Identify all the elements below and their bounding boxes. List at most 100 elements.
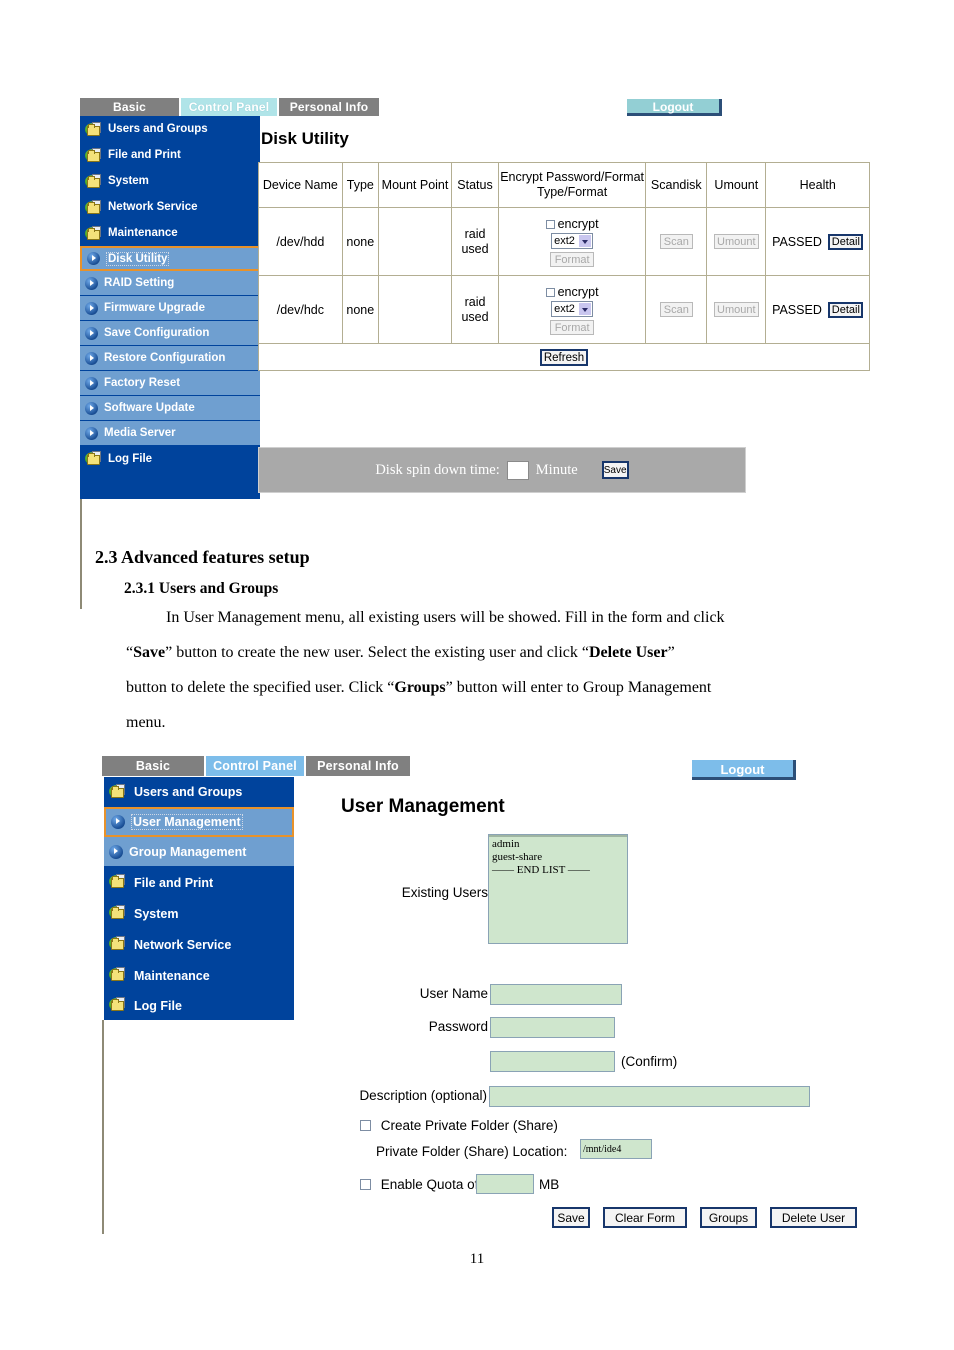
paragraph-line-3: button to delete the specified user. Cli… [126,670,906,705]
encrypt-checkbox[interactable] [545,219,555,229]
sidebar-item-group-management[interactable]: Group Management [104,837,294,867]
arrow-icon [85,301,98,315]
mid-text-2: button to delete the specified user. Cli… [126,679,395,696]
folder-icon [109,967,128,984]
sidebar-item-maintenance[interactable]: Maintenance [80,220,260,246]
sidebar-item-firmware-upgrade[interactable]: Firmware Upgrade [80,296,260,321]
sidebar-item-label: Users and Groups [134,785,243,799]
sidebar-left-rule [80,499,82,609]
private-folder-location-input[interactable]: /mnt/ide4 [580,1139,652,1159]
spin-down-save-button[interactable]: Save [601,461,629,479]
sidebar-item-users-and-groups[interactable]: Users and Groups [80,116,260,142]
logout-button-user-management[interactable]: Logout [692,760,796,780]
clear-form-button[interactable]: Clear Form [603,1207,687,1228]
sidebar-item-users-and-groups[interactable]: Users and Groups [104,777,294,807]
sidebar-item-software-update[interactable]: Software Update [80,396,260,421]
sidebar-item-network-service[interactable]: Network Service [80,194,260,220]
sidebar-item-system[interactable]: System [104,898,294,929]
description-input[interactable] [489,1086,810,1107]
format-type-select[interactable]: ext2 [551,300,594,317]
sidebar-item-label: Network Service [108,201,198,213]
existing-users-listbox[interactable]: admin guest-share —— END LIST —— [488,834,628,944]
status-line1: raid [464,226,486,241]
table-row: /dev/hdd none raid used encrypt ext2 For… [258,207,870,276]
cell-umount: Umount [706,275,767,344]
sidebar-item-log-file[interactable]: Log File [80,446,260,471]
groups-button[interactable]: Groups [700,1207,757,1228]
tab-basic[interactable]: Basic [102,756,206,776]
sidebar-item-network-service[interactable]: Network Service [104,929,294,960]
health-status: PASSED [772,302,822,317]
confirm-label: (Confirm) [621,1054,678,1069]
umount-button[interactable]: Umount [713,302,759,317]
sidebar-item-system[interactable]: System [80,168,260,194]
sidebar-item-file-and-print[interactable]: File and Print [80,142,260,168]
enable-quota-checkbox[interactable] [360,1179,371,1190]
sidebar-item-label: User Management [131,814,243,830]
user-name-input[interactable] [490,984,622,1005]
detail-button[interactable]: Detail [828,233,864,250]
quota-unit-label: MB [539,1177,560,1192]
list-item[interactable]: guest-share [489,851,627,864]
password-input[interactable] [490,1017,615,1038]
list-item[interactable]: admin [489,838,627,851]
delete-user-button[interactable]: Delete User [770,1207,857,1228]
sidebar-item-label: Save Configuration [104,327,210,339]
description-label: Description (optional) [359,1088,487,1103]
sidebar-item-user-management[interactable]: User Management [104,807,294,837]
password-label: Password [428,1019,488,1034]
tab-control-panel[interactable]: Control Panel [206,756,306,776]
detail-button[interactable]: Detail [828,301,864,318]
sidebar-item-factory-reset[interactable]: Factory Reset [80,371,260,396]
sidebar-item-label: File and Print [108,149,181,161]
sidebar-item-label: Log File [108,452,153,465]
table-footer-row: Refresh [258,343,870,371]
sidebar-item-label: Network Service [134,937,232,952]
tab-personal-info[interactable]: Personal Info [306,756,410,776]
save-button[interactable]: Save [552,1207,590,1228]
format-button[interactable]: Format [550,319,595,335]
format-button[interactable]: Format [550,251,595,267]
create-private-folder-row: Create Private Folder (Share) [360,1118,558,1133]
password-confirm-input[interactable] [490,1051,615,1072]
tab-control-panel[interactable]: Control Panel [181,98,279,116]
sidebar-item-raid-setting[interactable]: RAID Setting [80,271,260,296]
scan-button[interactable]: Scan [659,302,693,317]
cell-device-name: /dev/hdd [258,207,343,276]
tab-personal-info[interactable]: Personal Info [279,98,379,116]
sidebar-item-maintenance[interactable]: Maintenance [104,960,294,991]
refresh-button[interactable]: Refresh [540,348,588,366]
create-private-folder-checkbox[interactable] [360,1120,371,1131]
list-item[interactable]: —— END LIST —— [489,864,627,877]
logout-button-disk-utility[interactable]: Logout [627,99,722,116]
cell-encrypt-format: encrypt ext2 Format [497,207,647,276]
arrow-icon [85,326,98,340]
paragraph-line-4: menu. [126,714,166,731]
cell-status: raid used [451,207,499,276]
cell-type: none [341,275,379,344]
folder-icon [85,147,102,163]
status-line2: used [461,309,489,324]
sidebar-item-log-file[interactable]: Log File [104,991,294,1020]
col-umount: Umount [706,162,767,208]
quota-input[interactable] [476,1174,534,1194]
col-scandisk: Scandisk [645,162,708,208]
sidebar-item-disk-utility[interactable]: Disk Utility [80,246,260,271]
scan-button[interactable]: Scan [659,234,693,249]
sidebar-item-save-configuration[interactable]: Save Configuration [80,321,260,346]
sidebar-item-media-server[interactable]: Media Server [80,421,260,446]
sidebar-item-file-and-print[interactable]: File and Print [104,867,294,898]
tab-basic[interactable]: Basic [80,98,181,116]
disk-spin-down-input[interactable] [506,460,529,480]
format-type-select[interactable]: ext2 [551,232,594,249]
arrow-icon [85,376,98,390]
encrypt-checkbox-label: encrypt [557,216,599,231]
sidebar-item-label: Media Server [104,427,176,439]
umount-button[interactable]: Umount [713,234,759,249]
col-mount-point: Mount Point [377,162,453,208]
folder-icon [85,199,102,215]
save-emphasis: Save [133,644,166,661]
encrypt-checkbox[interactable] [545,287,555,297]
sidebar-item-restore-configuration[interactable]: Restore Configuration [80,346,260,371]
screenshot-disk-utility: Basic Control Panel Personal Info Logout… [80,97,872,609]
